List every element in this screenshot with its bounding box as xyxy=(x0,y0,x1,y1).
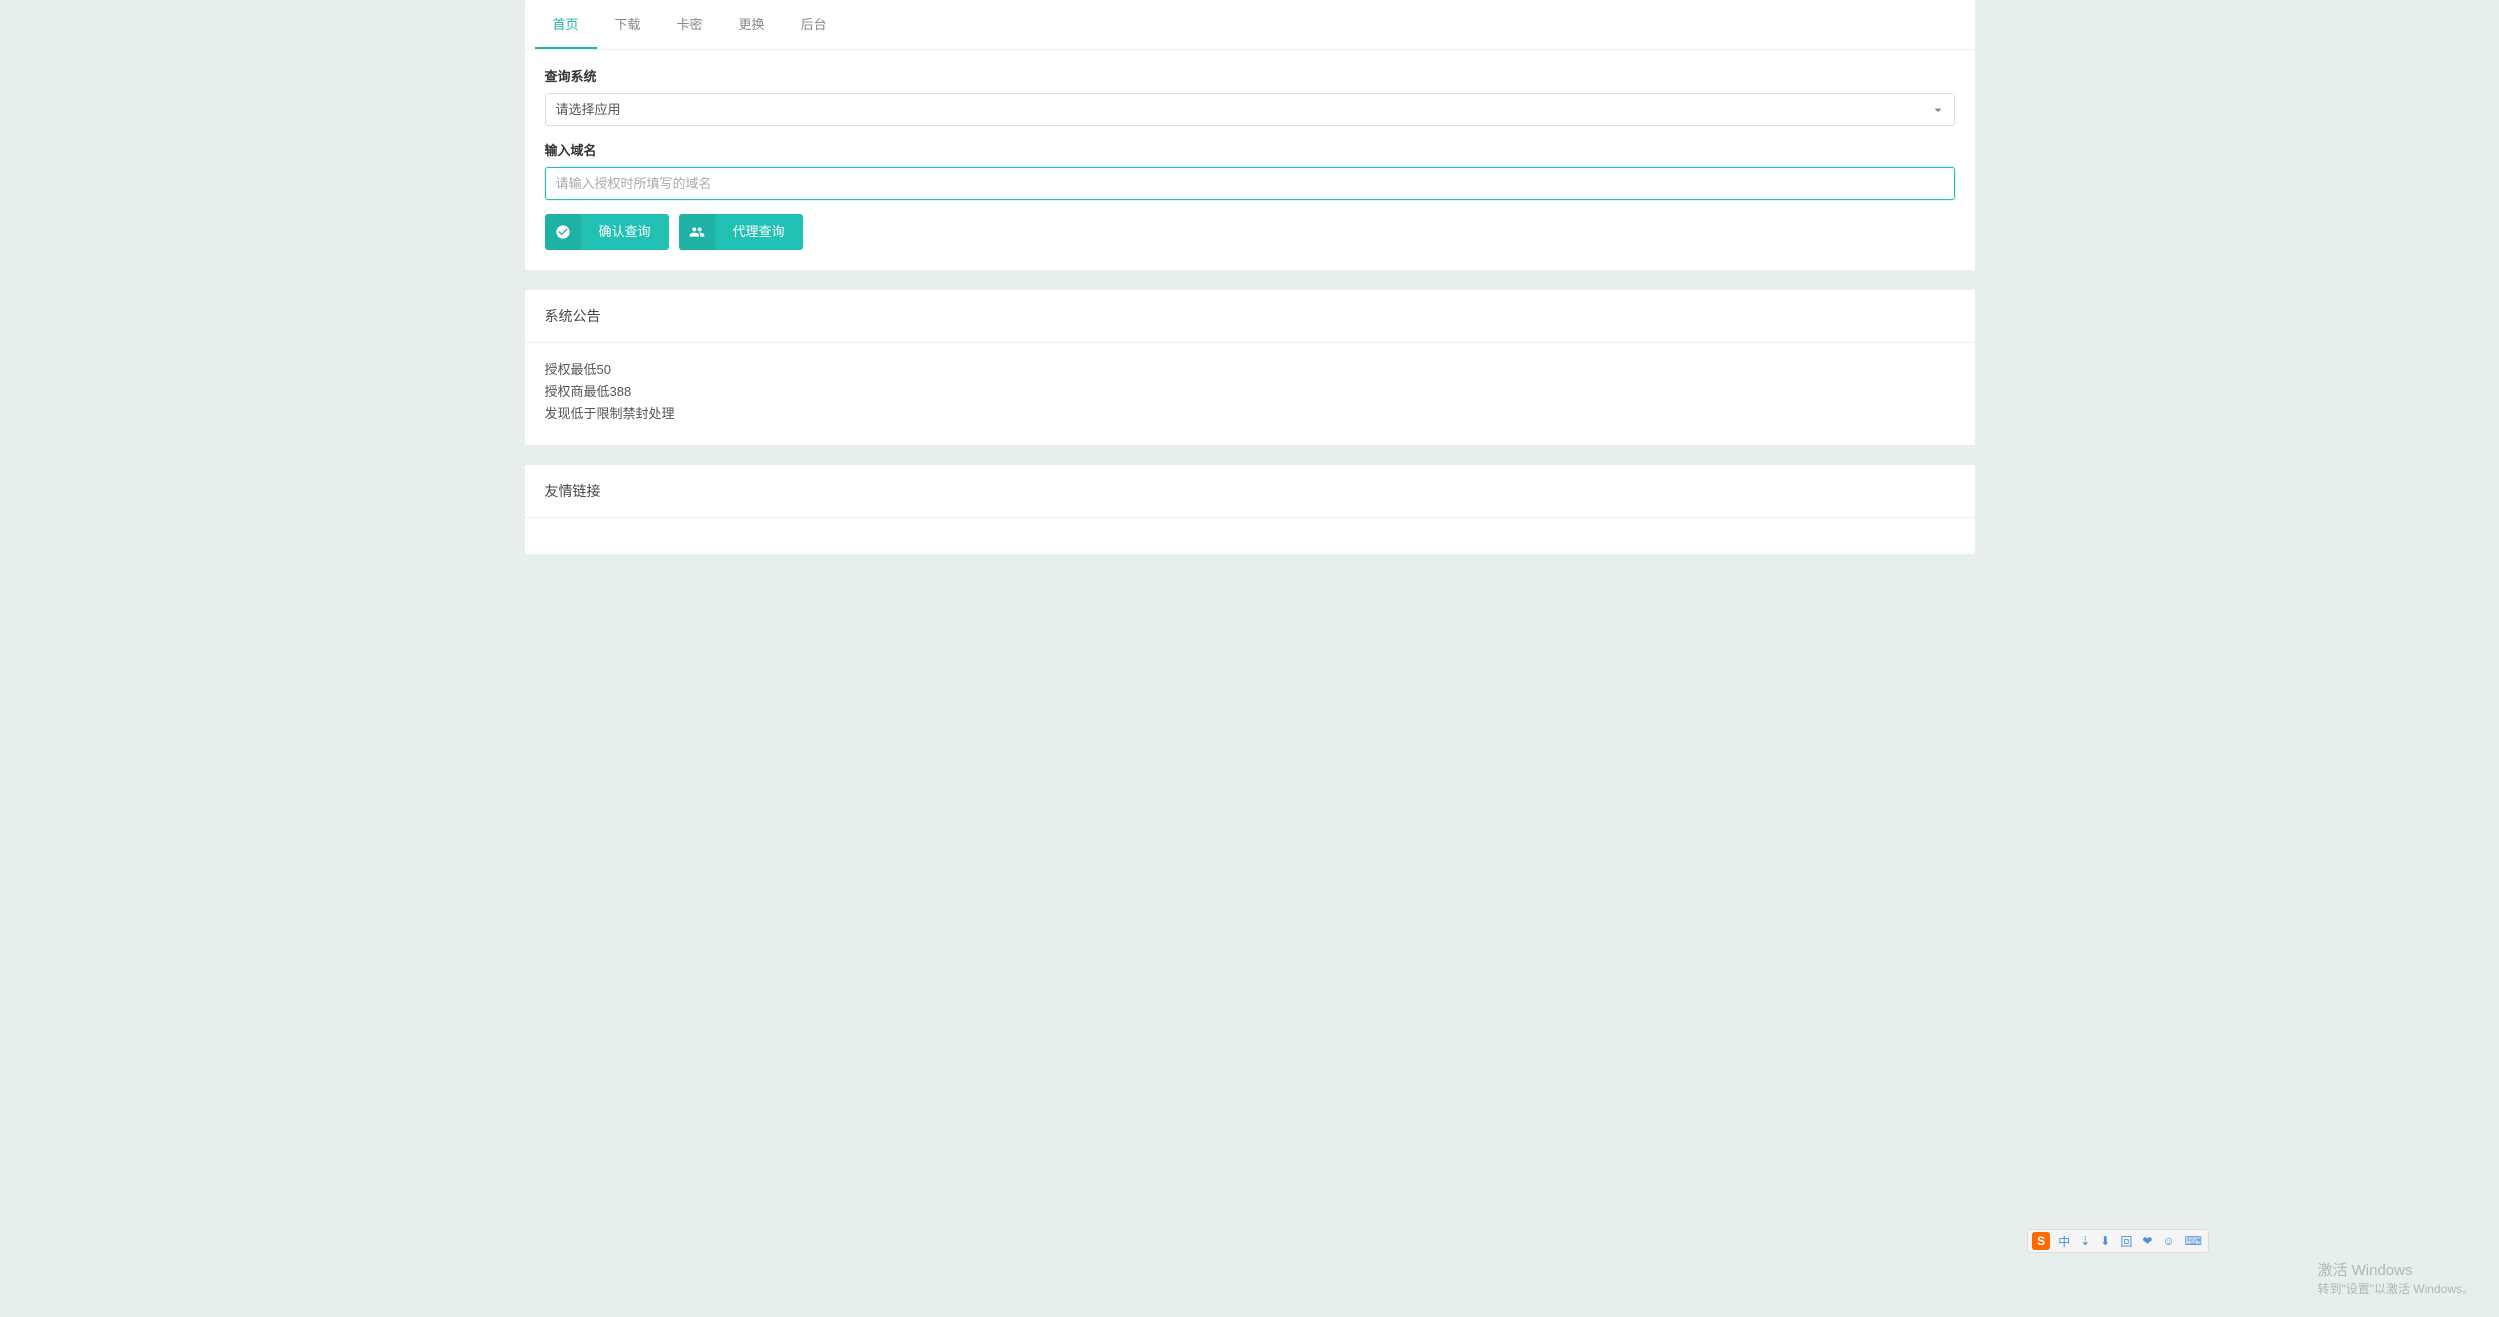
announce-panel: 系统公告 授权最低50 授权商最低388 发现低于限制禁封处理 xyxy=(525,290,1975,445)
ime-keyboard-icon[interactable]: ⌨ xyxy=(2183,1234,2204,1248)
announce-line: 授权最低50 xyxy=(545,359,1955,381)
announce-line: 发现低于限制禁封处理 xyxy=(545,403,1955,425)
agent-query-label: 代理查询 xyxy=(715,214,803,250)
windows-activation-watermark: 激活 Windows 转到"设置"以激活 Windows。 xyxy=(2317,1259,2474,1297)
query-system-group: 查询系统 请选择应用 xyxy=(545,66,1955,126)
tab-download[interactable]: 下载 xyxy=(597,0,659,49)
links-panel: 友情链接 xyxy=(525,465,1975,554)
domain-group: 输入域名 xyxy=(545,140,1955,200)
ime-enter-icon[interactable]: 回 xyxy=(2118,1233,2134,1250)
confirm-query-button[interactable]: 确认查询 xyxy=(545,214,669,250)
ime-skin-icon[interactable]: ❤ xyxy=(2140,1234,2154,1248)
tab-change[interactable]: 更换 xyxy=(721,0,783,49)
form-body: 查询系统 请选择应用 输入域名 确认查询 xyxy=(525,50,1975,270)
tab-home[interactable]: 首页 xyxy=(535,0,597,49)
ime-emoji-icon[interactable]: ☺ xyxy=(2160,1234,2176,1248)
ime-logo-icon: S xyxy=(2032,1232,2050,1250)
tab-admin[interactable]: 后台 xyxy=(783,0,845,49)
ime-voice-icon[interactable]: ⬇ xyxy=(2098,1234,2112,1248)
ime-toolbar[interactable]: S 中 ⇣ ⬇ 回 ❤ ☺ ⌨ xyxy=(2027,1229,2209,1253)
people-icon xyxy=(679,214,715,250)
announce-body: 授权最低50 授权商最低388 发现低于限制禁封处理 xyxy=(525,343,1975,445)
query-system-label: 查询系统 xyxy=(545,66,1955,85)
check-circle-icon xyxy=(545,214,581,250)
domain-input[interactable] xyxy=(545,167,1955,200)
ime-lang-icon[interactable]: 中 xyxy=(2056,1233,2072,1250)
watermark-subtitle: 转到"设置"以激活 Windows。 xyxy=(2317,1280,2474,1297)
announce-title: 系统公告 xyxy=(525,290,1975,343)
button-row: 确认查询 代理查询 xyxy=(545,214,1955,250)
domain-label: 输入域名 xyxy=(545,140,1955,159)
main-panel: 首页 下载 卡密 更换 后台 查询系统 请选择应用 输入域名 xyxy=(525,0,1975,270)
announce-line: 授权商最低388 xyxy=(545,381,1955,403)
confirm-query-label: 确认查询 xyxy=(581,214,669,250)
watermark-title: 激活 Windows xyxy=(2317,1259,2474,1280)
app-select[interactable]: 请选择应用 xyxy=(545,93,1955,126)
tab-card[interactable]: 卡密 xyxy=(659,0,721,49)
links-title: 友情链接 xyxy=(525,465,1975,518)
ime-punct-icon[interactable]: ⇣ xyxy=(2078,1234,2092,1248)
nav-tabs: 首页 下载 卡密 更换 后台 xyxy=(525,0,1975,50)
agent-query-button[interactable]: 代理查询 xyxy=(679,214,803,250)
links-body xyxy=(525,518,1975,554)
